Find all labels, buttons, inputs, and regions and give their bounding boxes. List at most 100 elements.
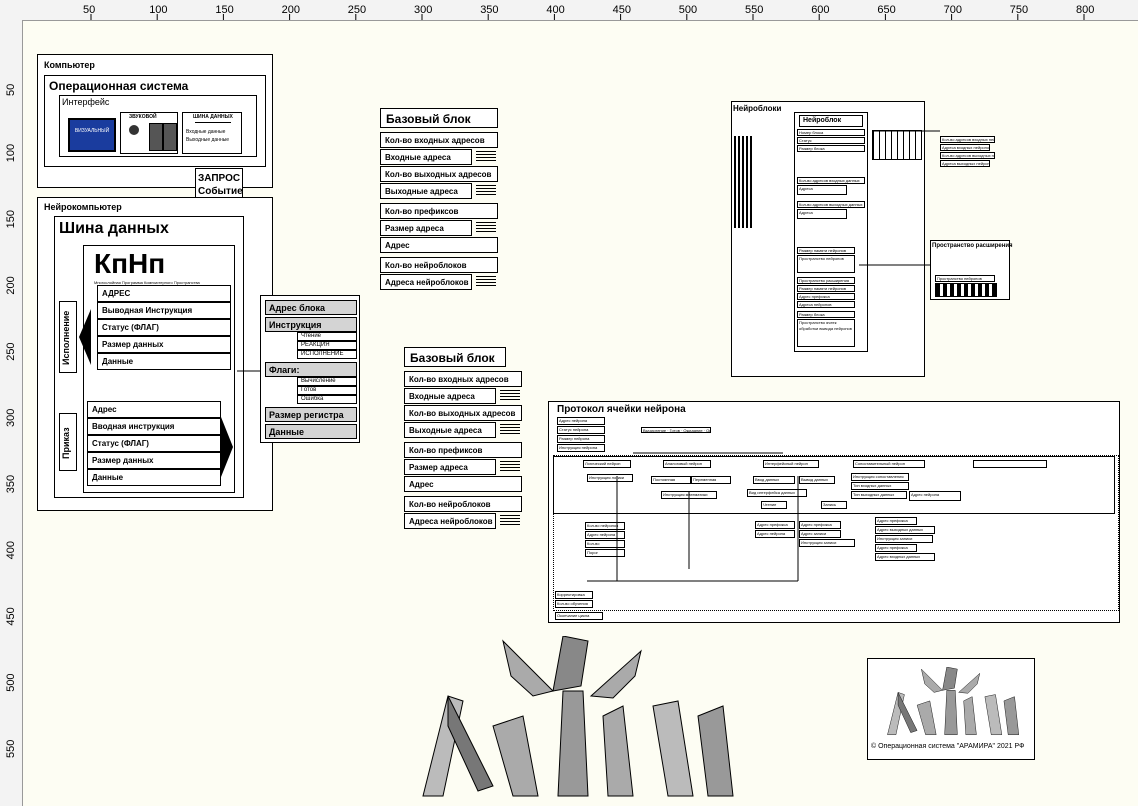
copyright-text: © Операционная система "АРАМИРА" 2021 РФ — [871, 743, 1025, 750]
iface-item-1: Вывод данных — [799, 476, 835, 484]
neuroblocks-box[interactable]: Нейроблоки Нейроблок Номер блока Статус … — [731, 101, 925, 377]
diagram-canvas[interactable]: Компьютер Операционная система Интерфейс… — [23, 21, 1138, 806]
nb-side-label-2: Кол-во адресов выходных нейронов — [940, 152, 995, 159]
base-block-2-hatch-1 — [500, 390, 520, 402]
expansion-cells — [935, 283, 997, 297]
ruler-top-label: 450 — [613, 4, 631, 16]
nb-row-bot-2: Адрес префикса — [797, 293, 855, 300]
speaker-icon-2 — [163, 123, 177, 151]
ruler-top-label: 200 — [282, 4, 300, 16]
horizontal-ruler[interactable]: 50 100 150 200 250 300 350 400 450 500 550 600 650 70… — [0, 0, 1138, 21]
interface-box[interactable]: Интерфейс ВИЗУАЛЬНЫЙ ЗВУКОВОЙ ШИНА ДАННЫ… — [59, 95, 257, 157]
logic-item-0: Инструкция логики — [587, 474, 633, 482]
block-panel[interactable]: Адрес блока Инструкция Чтение РЕАКЦИЯ ИС… — [260, 295, 360, 443]
interface-label: Интерфейс — [62, 97, 110, 107]
nb-out-count: Кол-во адресов выходных данных — [797, 201, 865, 208]
right-item-0: Адрес префикса — [875, 517, 917, 525]
protocol-status-row: Вычисление · Готов · Ожидание · Ошибка ·… — [641, 427, 711, 433]
nb-row-top-1: Статус — [797, 137, 865, 144]
nb-row-mid-1: Пространство нейронов — [797, 255, 855, 273]
block-instruction-row: Инструкция — [265, 317, 357, 332]
aramira-logo-small — [887, 667, 1020, 735]
ruler-left-label: 200 — [5, 276, 17, 294]
ruler-top-label: 650 — [877, 4, 895, 16]
ruler-left-label: 150 — [5, 210, 17, 228]
bus-arrow-icon — [195, 122, 231, 123]
ruler-top-label: 550 — [745, 4, 763, 16]
flag-item-1: Готов — [297, 386, 357, 395]
base-block-1-row-6: Адрес — [380, 237, 498, 253]
iface-item-5: Адрес префикса — [755, 521, 795, 529]
ruler-top-label: 600 — [811, 4, 829, 16]
ruler-top-label: 400 — [546, 4, 564, 16]
bus-interface-box[interactable]: ШИНА ДАННЫХ Входные данные Выходные данн… — [182, 112, 242, 154]
vertical-ruler[interactable]: 50 100 150 200 250 300 350 400 450 500 550 — [0, 20, 23, 806]
logic-item-3: Кол-во — [585, 540, 625, 548]
ruler-top-label: 100 — [149, 4, 167, 16]
bus-out-label: Выходные данные — [186, 137, 230, 143]
base-block-1-row-5: Размер адреса — [380, 220, 472, 236]
instr-item-1: РЕАКЦИЯ — [297, 341, 357, 350]
bus-in-label: Входные данные — [186, 129, 226, 135]
exec-label-box[interactable]: Исполнение — [59, 301, 77, 373]
request-box[interactable]: ЗАПРОС Событие — [195, 168, 243, 200]
iface-item-9: Инструкция записи — [799, 539, 855, 547]
neuroblock-box[interactable]: Нейроблок Номер блока Статус Размер блок… — [794, 112, 868, 352]
block-data-row: Данные — [265, 424, 357, 439]
sound-label: ЗВУКОВОЙ — [129, 114, 157, 120]
type-logic: Логический нейрон — [583, 460, 631, 468]
expansion-space-box[interactable]: Пространство расширения Пространство ней… — [930, 240, 1013, 300]
computer-title: Компьютер — [44, 60, 95, 70]
os-title: Операционная система — [49, 79, 189, 93]
sound-interface-box[interactable]: ЗВУКОВОЙ — [120, 112, 178, 154]
base-block-1-hatch-3 — [476, 185, 496, 197]
speaker-icon-1 — [149, 123, 163, 151]
nb-row-bot-1: Размер памяти нейронов — [797, 285, 855, 292]
base-block-2-row-3: Выходные адреса — [404, 422, 496, 438]
base-block-1-row-2: Кол-во выходных адресов — [380, 166, 498, 182]
ruler-left-label: 500 — [5, 673, 17, 691]
order-label-box[interactable]: Приказ — [59, 413, 77, 471]
right-item-4: Адрес входных данных — [875, 553, 935, 561]
base-block-2[interactable]: Базовый блок Кол-во входных адресов Входн… — [404, 347, 524, 531]
os-box[interactable]: Операционная система Интерфейс ВИЗУАЛЬНЫ… — [44, 75, 266, 167]
ruler-top-label: 750 — [1010, 4, 1028, 16]
neuroblock-cells-strip — [872, 130, 922, 160]
base-block-1-hatch-8 — [476, 276, 496, 288]
iface-item-0: Ввод данных — [753, 476, 795, 484]
data-bus-box[interactable]: Шина данных КпНп Многослойная Программа … — [54, 216, 244, 498]
vertical-ruler-ticks: 50 100 150 200 250 300 350 400 450 500 550 — [5, 84, 17, 758]
ruler-left-label: 50 — [5, 84, 17, 96]
ruler-left-label: 400 — [5, 541, 17, 559]
nb-out-addr: Адреса — [797, 209, 847, 219]
base-block-2-row-8: Адреса нейроблоков — [404, 513, 496, 529]
neurocomputer-box[interactable]: Нейрокомпьютер Шина данных КпНп Многосло… — [37, 197, 273, 511]
iface-item-6: Адрес нейрона — [755, 530, 795, 538]
data-bus-title: Шина данных — [59, 220, 169, 237]
nb-row-mid-0: Размер памяти нейронов — [797, 247, 855, 254]
nb-side-label-3: Адреса выходных нейронов — [940, 160, 990, 167]
base-block-1-row-1: Входные адреса — [380, 149, 472, 165]
request-line1: ЗАПРОС — [198, 173, 241, 184]
base-block-1-hatch-5 — [476, 222, 496, 234]
visual-interface-icon[interactable]: ВИЗУАЛЬНЫЙ — [68, 118, 116, 152]
protocol-box[interactable]: Протокол ячейки нейрона Адрес нейрона Ст… — [548, 401, 1120, 623]
base-block-2-hatch-5 — [500, 461, 520, 473]
ruler-left-label: 550 — [5, 740, 17, 758]
ruler-top-label: 800 — [1076, 4, 1094, 16]
nb-row-top-0: Номер блока — [797, 129, 865, 136]
analog-item-1: Переменная — [691, 476, 731, 484]
instr-item-2: ИСПОЛНЕНИЕ — [297, 350, 357, 359]
order-row-0: Адрес — [87, 401, 221, 418]
copyright-box[interactable]: © Операционная система "АРАМИРА" 2021 РФ — [867, 658, 1035, 760]
nb-row-bot-0: Пространство расширения — [797, 277, 855, 284]
compare-item-1: Тип входных данных — [851, 482, 909, 490]
expansion-row: Пространство нейронов — [935, 275, 995, 282]
order-row-4: Данные — [87, 469, 221, 486]
block-address-row: Адрес блока — [265, 300, 357, 315]
ruler-left-label: 100 — [5, 144, 17, 162]
exec-row-3: Размер данных — [97, 336, 231, 353]
footer-row-2: Окончание цикла — [555, 612, 603, 620]
base-block-1[interactable]: Базовый блок Кол-во входных адресов Входн… — [380, 108, 500, 292]
ruler-top-label: 150 — [215, 4, 233, 16]
